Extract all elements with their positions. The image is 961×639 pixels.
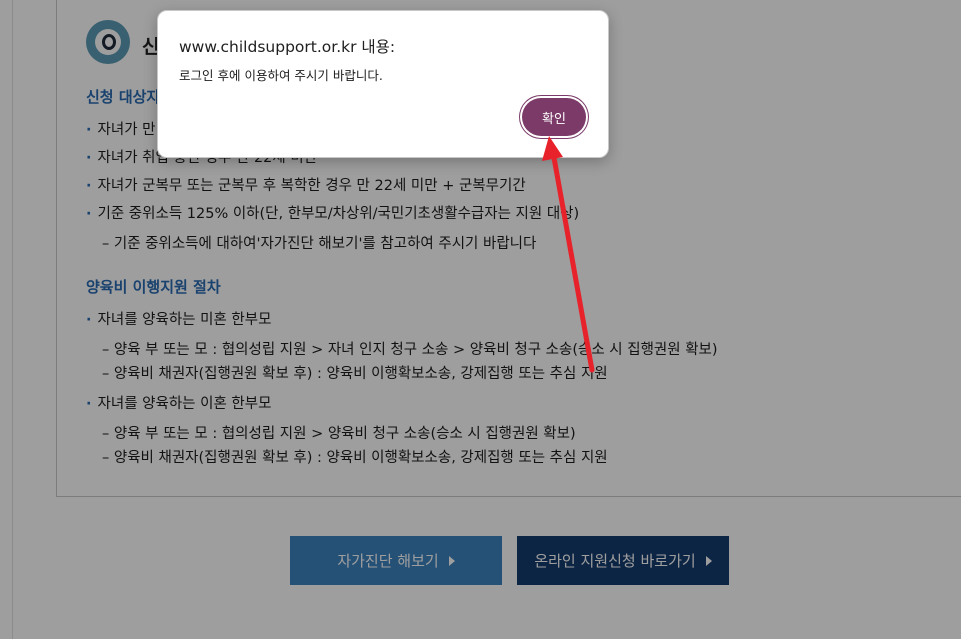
dialog-message: 로그인 후에 이용하여 주시기 바랍니다. <box>179 68 383 83</box>
dialog-title: www.childsupport.or.kr 내용: <box>179 38 396 56</box>
ok-button[interactable]: 확인 <box>522 98 586 136</box>
alert-dialog: www.childsupport.or.kr 내용: 로그인 후에 이용하여 주… <box>157 10 609 158</box>
